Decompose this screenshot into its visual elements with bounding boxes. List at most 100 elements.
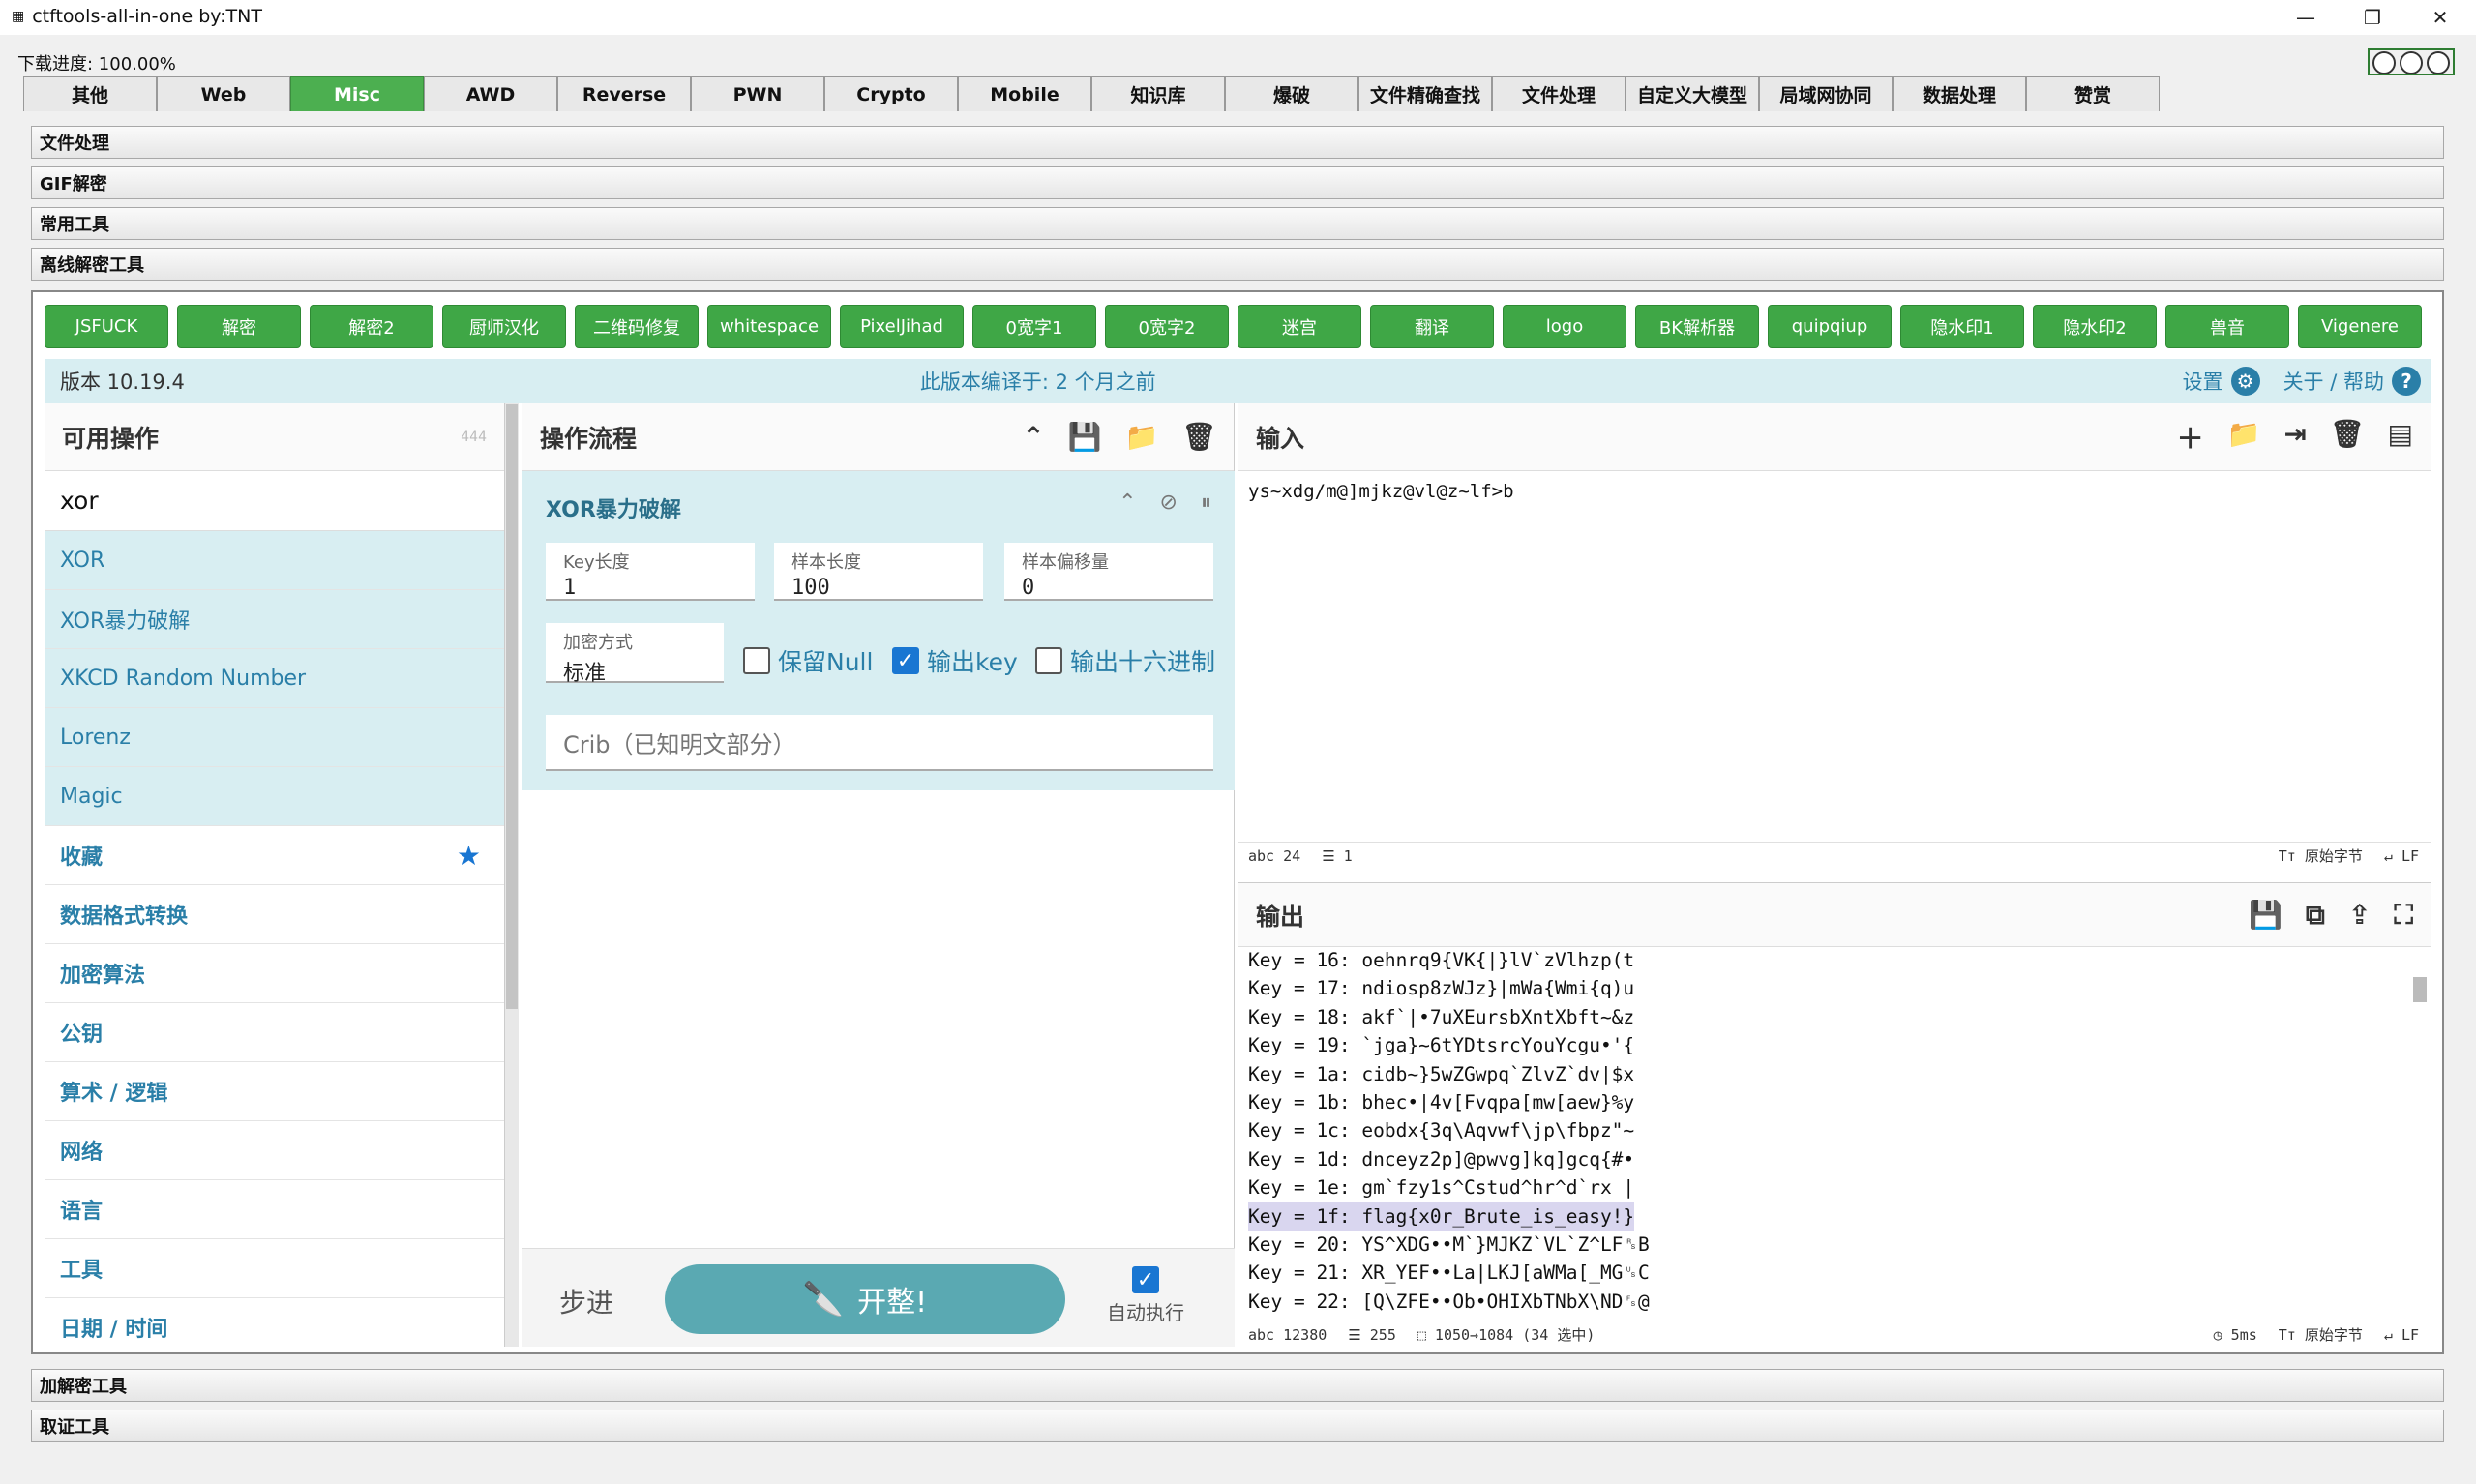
minimize-button[interactable]: — xyxy=(2275,0,2337,35)
output-line: Key = 1f: flag{x0r_Brute_is_easy!} xyxy=(1248,1202,1635,1232)
tool-button-3[interactable]: 厨师汉化 xyxy=(442,305,566,348)
tool-button-12[interactable]: BK解析器 xyxy=(1635,305,1759,348)
add-icon[interactable]: ＋ xyxy=(2177,418,2204,457)
output-eol[interactable]: ↵ LF xyxy=(2384,1326,2419,1344)
operation-category[interactable]: 网络 xyxy=(45,1121,504,1180)
bake-button[interactable]: 🔪 开整! xyxy=(665,1264,1065,1334)
restore-button[interactable]: ❐ xyxy=(2342,0,2403,35)
tab-7[interactable]: Mobile xyxy=(958,76,1091,111)
input-textarea[interactable]: ys~xdg/m@]mjkz@vl@z~lf>b xyxy=(1248,481,1514,502)
key-length-field[interactable]: Key长度 1 xyxy=(546,543,755,601)
tab-0[interactable]: 其他 xyxy=(23,76,157,111)
operations-scrollbar[interactable] xyxy=(505,403,519,1347)
operation-search-input[interactable]: xor xyxy=(45,471,504,531)
tool-button-9[interactable]: 迷宫 xyxy=(1238,305,1361,348)
operation-category[interactable]: 算术 / 逻辑 xyxy=(45,1062,504,1121)
layout-icon[interactable]: ▤ xyxy=(2388,418,2413,457)
tab-14[interactable]: 数据处理 xyxy=(1893,76,2026,111)
tool-button-10[interactable]: 翻译 xyxy=(1370,305,1494,348)
settings-button[interactable]: 设置 ⚙ xyxy=(2183,367,2260,396)
output-text[interactable]: Key = 16: oehnrq9{VK{|}lV`zVlhzp(t Key = … xyxy=(1248,946,1650,1316)
output-title: 输出 xyxy=(1256,902,1305,931)
sample-length-field[interactable]: 样本长度 100 xyxy=(774,543,983,601)
crib-input[interactable]: Crib（已知明文部分） xyxy=(546,715,1213,771)
folder-icon[interactable]: 📁 xyxy=(1125,421,1159,453)
operation-category[interactable]: 工具 xyxy=(45,1239,504,1298)
tab-6[interactable]: Crypto xyxy=(824,76,958,111)
input-eol[interactable]: ↵ LF xyxy=(2384,847,2419,865)
copy-icon[interactable]: ⧉ xyxy=(2306,899,2325,932)
tab-1[interactable]: Web xyxy=(157,76,290,111)
disable-icon[interactable]: ⊘ xyxy=(1160,490,1178,515)
section-footer-0[interactable]: 加解密工具 xyxy=(31,1369,2444,1402)
step-button[interactable]: 步进 xyxy=(559,1282,613,1321)
operation-result[interactable]: XOR暴力破解 xyxy=(45,590,504,649)
output-hex-checkbox[interactable]: 输出十六进制 xyxy=(1035,643,1215,678)
tab-4[interactable]: Reverse xyxy=(557,76,691,111)
tool-button-13[interactable]: quipqiup xyxy=(1768,305,1892,348)
tool-button-14[interactable]: 隐水印1 xyxy=(1900,305,2024,348)
tool-button-5[interactable]: whitespace xyxy=(707,305,831,348)
op-collapse-icon[interactable]: ⌃ xyxy=(1119,490,1136,515)
operation-category[interactable]: 数据格式转换 xyxy=(45,885,504,944)
tool-button-17[interactable]: Vigenere xyxy=(2298,305,2422,348)
section-header-2[interactable]: 常用工具 xyxy=(31,207,2444,240)
tool-button-7[interactable]: 0宽字1 xyxy=(972,305,1096,348)
tool-button-1[interactable]: 解密 xyxy=(177,305,301,348)
tool-button-16[interactable]: 兽音 xyxy=(2165,305,2289,348)
print-key-checkbox[interactable]: ✓ 输出key xyxy=(892,643,1018,678)
tool-button-2[interactable]: 解密2 xyxy=(310,305,433,348)
tool-button-0[interactable]: JSFUCK xyxy=(45,305,168,348)
tool-button-4[interactable]: 二维码修复 xyxy=(575,305,699,348)
tool-button-11[interactable]: logo xyxy=(1503,305,1626,348)
operation-result[interactable]: XKCD Random Number xyxy=(45,649,504,708)
operation-result[interactable]: Magic xyxy=(45,767,504,826)
tab-5[interactable]: PWN xyxy=(691,76,824,111)
maximize-icon[interactable]: ⛶ xyxy=(2394,899,2413,932)
section-header-3[interactable]: 离线解密工具 xyxy=(31,248,2444,281)
tab-9[interactable]: 爆破 xyxy=(1225,76,1358,111)
about-button[interactable]: 关于 / 帮助? xyxy=(2283,367,2421,396)
trash-icon[interactable]: 🗑 xyxy=(2330,418,2365,457)
output-scrollbar[interactable] xyxy=(2413,977,2427,1002)
tab-15[interactable]: 赞赏 xyxy=(2026,76,2160,111)
tab-10[interactable]: 文件精确查找 xyxy=(1358,76,1492,111)
scheme-select[interactable]: 加密方式 标准 xyxy=(546,623,724,686)
tab-3[interactable]: AWD xyxy=(424,76,557,111)
tool-button-8[interactable]: 0宽字2 xyxy=(1105,305,1229,348)
tab-8[interactable]: 知识库 xyxy=(1091,76,1225,111)
null-preserving-checkbox[interactable]: 保留Null xyxy=(743,643,873,678)
category-label: 公钥 xyxy=(60,1023,104,1047)
section-header-0[interactable]: 文件处理 xyxy=(31,126,2444,159)
section-footer-1[interactable]: 取证工具 xyxy=(31,1410,2444,1442)
tab-2[interactable]: Misc xyxy=(290,76,424,111)
import-icon[interactable]: ⇥ xyxy=(2284,418,2307,457)
input-encoding[interactable]: Tт 原始字节 xyxy=(2279,846,2363,866)
star-icon[interactable]: ★ xyxy=(457,840,481,872)
pause-icon[interactable]: ⏸ xyxy=(1201,490,1211,515)
save-icon[interactable]: 💾 xyxy=(1068,421,1102,453)
operation-category[interactable]: 公钥 xyxy=(45,1003,504,1062)
operation-category[interactable]: 日期 / 时间 xyxy=(45,1298,504,1347)
tab-12[interactable]: 自定义大模型 xyxy=(1626,76,1759,111)
tab-13[interactable]: 局域网协同 xyxy=(1759,76,1893,111)
operation-result[interactable]: XOR xyxy=(45,531,504,590)
output-pane: 输出 💾 ⧉ ⇪ ⛶ Key = 16: oehnrq9{VK{|}lV`zVlhzp… xyxy=(1238,882,2431,1348)
replace-input-icon[interactable]: ⇪ xyxy=(2348,899,2371,932)
close-button[interactable]: ✕ xyxy=(2409,0,2471,35)
tab-11[interactable]: 文件处理 xyxy=(1492,76,1626,111)
folder-icon[interactable]: 📁 xyxy=(2227,418,2261,457)
tool-button-6[interactable]: PixelJihad xyxy=(840,305,964,348)
sample-offset-field[interactable]: 样本偏移量 0 xyxy=(1004,543,1213,601)
operation-category[interactable]: 语言 xyxy=(45,1180,504,1239)
section-header-1[interactable]: GIF解密 xyxy=(31,166,2444,199)
trash-icon[interactable]: 🗑 xyxy=(1181,421,1216,453)
operation-category[interactable]: 加密算法 xyxy=(45,944,504,1003)
save-icon[interactable]: 💾 xyxy=(2249,899,2282,932)
operation-category[interactable]: 收藏 ★ xyxy=(45,826,504,885)
tool-button-15[interactable]: 隐水印2 xyxy=(2033,305,2157,348)
operation-result[interactable]: Lorenz xyxy=(45,708,504,767)
auto-bake-checkbox[interactable]: ✓ 自动执行 xyxy=(1107,1266,1184,1325)
output-encoding[interactable]: Tт 原始字节 xyxy=(2279,1324,2363,1345)
collapse-icon[interactable]: ⌃ xyxy=(1022,421,1044,453)
